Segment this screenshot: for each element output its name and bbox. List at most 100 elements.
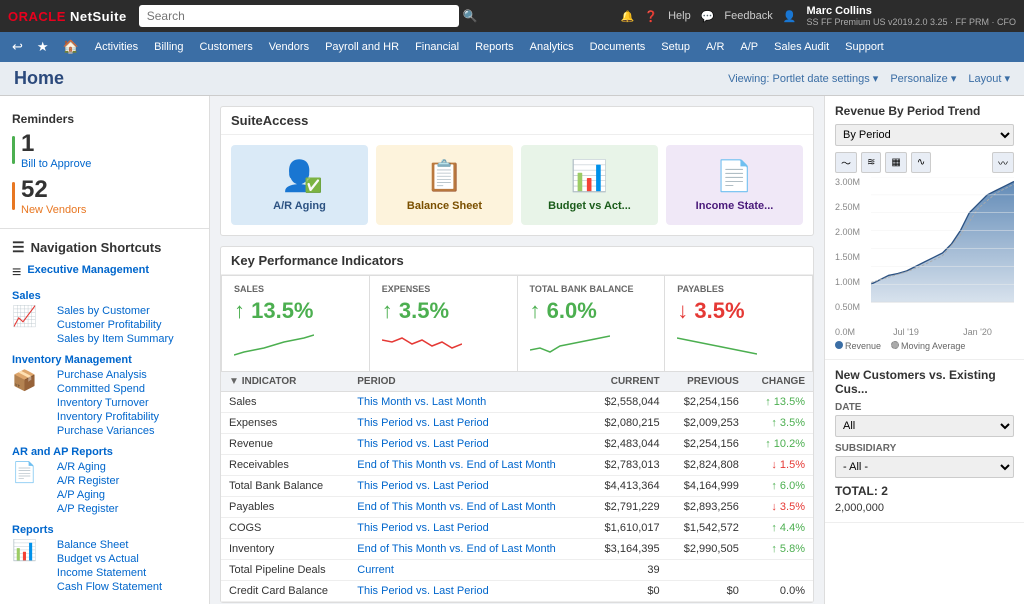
layout-btn[interactable]: Layout ▾ — [968, 72, 1010, 85]
arap-link-3[interactable]: A/P Register — [43, 502, 119, 516]
star-icon[interactable]: ★ — [31, 35, 55, 59]
nav-item-setup[interactable]: Setup — [653, 41, 698, 53]
inv-icon: 📦 — [12, 368, 37, 393]
nav-shortcuts-header: ☰ Navigation Shortcuts — [0, 235, 209, 260]
kpi-cell-period[interactable]: This Month vs. Last Month — [349, 392, 588, 413]
home-icon[interactable]: 🏠 — [57, 35, 85, 59]
nav-item-sales-audit[interactable]: Sales Audit — [766, 41, 837, 53]
kpi-cell-period[interactable]: This Period vs. Last Period — [349, 518, 588, 539]
inv-link-2[interactable]: Inventory Turnover — [43, 396, 159, 410]
rep-link-2[interactable]: Income Statement — [43, 566, 162, 580]
nav-item-financial[interactable]: Financial — [407, 41, 467, 53]
suite-card-bv-icon: 📊 — [571, 159, 608, 194]
kpi-cell-indicator: Revenue — [221, 434, 349, 455]
inv-link-1[interactable]: Committed Spend — [43, 382, 159, 396]
exec-mgmt-icon: ≡ — [12, 264, 21, 282]
kpi-cell-period[interactable]: End of This Month vs. End of Last Month — [349, 455, 588, 476]
toggle-icon[interactable]: ▼ — [229, 376, 242, 387]
th-current[interactable]: CURRENT — [588, 372, 667, 392]
sales-link-0[interactable]: Sales by Customer — [43, 304, 174, 318]
chart-bar-btn[interactable]: ▦ — [885, 152, 906, 173]
suite-card-is[interactable]: 📄 Income State... — [666, 145, 803, 225]
inv-title[interactable]: Inventory Management — [12, 354, 197, 366]
nav-item-analytics[interactable]: Analytics — [522, 41, 582, 53]
kpi-cell-previous — [668, 560, 747, 581]
back-icon[interactable]: ↩ — [6, 35, 29, 59]
search-input[interactable] — [139, 5, 459, 27]
kpi-cell-period[interactable]: This Period vs. Last Period — [349, 581, 588, 602]
kpi-cell-period[interactable]: End of This Month vs. End of Last Month — [349, 539, 588, 560]
sales-link-1[interactable]: Customer Profitability — [43, 318, 174, 332]
suite-card-bv[interactable]: 📊 Budget vs Act... — [521, 145, 658, 225]
date-select[interactable]: All — [835, 415, 1014, 437]
kpi-row: Credit Card Balance This Period vs. Last… — [221, 581, 813, 602]
nav-item-activities[interactable]: Activities — [87, 41, 146, 53]
chart-line-btn[interactable]: 〜 — [835, 152, 857, 173]
viewing-portlet-btn[interactable]: Viewing: Portlet date settings ▾ — [728, 72, 878, 85]
inv-link-4[interactable]: Purchase Variances — [43, 424, 159, 438]
kpi-cell-current: $3,164,395 — [588, 539, 667, 560]
arap-icon: 📄 — [12, 460, 37, 485]
arap-link-1[interactable]: A/R Register — [43, 474, 119, 488]
sales-links: Sales by Customer Customer Profitability… — [43, 304, 174, 346]
kpi-expenses-value: ↑ 3.5% — [382, 298, 505, 324]
page-actions: Viewing: Portlet date settings ▾ Persona… — [728, 72, 1010, 85]
kpi-cell-period[interactable]: Current — [349, 560, 588, 581]
reports-title[interactable]: Reports — [12, 524, 197, 536]
revenue-chart: 3.00M2.50M2.00M1.50M1.00M0.50M0.0M — [835, 177, 1014, 337]
chart-right-btn[interactable]: 〰 — [992, 152, 1014, 173]
arap-link-0[interactable]: A/R Aging — [43, 460, 119, 474]
suite-card-ar[interactable]: 👤✅ A/R Aging — [231, 145, 368, 225]
kpi-cell-period[interactable]: This Period vs. Last Period — [349, 434, 588, 455]
arap-link-2[interactable]: A/P Aging — [43, 488, 119, 502]
inv-link-3[interactable]: Inventory Profitability — [43, 410, 159, 424]
arap-title[interactable]: AR and AP Reports — [12, 446, 197, 458]
rep-link-3[interactable]: Cash Flow Statement — [43, 580, 162, 594]
th-previous[interactable]: PREVIOUS — [668, 372, 747, 392]
exec-mgmt-item[interactable]: ≡ Executive Management — [0, 260, 209, 286]
nav-item-payroll-and-hr[interactable]: Payroll and HR — [317, 41, 407, 53]
chat-icon[interactable]: 💬 — [701, 10, 715, 23]
personalize-btn[interactable]: Personalize ▾ — [890, 72, 956, 85]
rep-link-1[interactable]: Budget vs Actual — [43, 552, 162, 566]
kpi-cell-period[interactable]: This Period vs. Last Period — [349, 413, 588, 434]
exec-mgmt-label[interactable]: Executive Management — [27, 264, 149, 276]
th-change[interactable]: CHANGE — [747, 372, 813, 392]
notifications-icon[interactable]: 🔔 — [621, 10, 635, 23]
nav-item-customers[interactable]: Customers — [192, 41, 261, 53]
nav-item-vendors[interactable]: Vendors — [261, 41, 317, 53]
kpi-row: Receivables End of This Month vs. End of… — [221, 455, 813, 476]
reminders-label2[interactable]: New Vendors — [21, 204, 86, 216]
nav-item-reports[interactable]: Reports — [467, 41, 522, 53]
sales-link-2[interactable]: Sales by Item Summary — [43, 332, 174, 346]
nav-item-documents[interactable]: Documents — [582, 41, 654, 53]
inv-link-0[interactable]: Purchase Analysis — [43, 368, 159, 382]
help-label[interactable]: Help — [668, 10, 691, 22]
nav-item-support[interactable]: Support — [837, 41, 892, 53]
kpi-row: COGS This Period vs. Last Period $1,610,… — [221, 518, 813, 539]
help-icon[interactable]: ❓ — [644, 10, 658, 23]
period-dropdown[interactable]: By Period — [835, 124, 1014, 146]
kpi-cell-previous: $0 — [668, 581, 747, 602]
nav-item-a/p[interactable]: A/P — [732, 41, 766, 53]
suite-card-bs-icon: 📋 — [426, 159, 463, 194]
kpi-cell-previous: $2,990,505 — [668, 539, 747, 560]
nav-item-a/r[interactable]: A/R — [698, 41, 732, 53]
subsidiary-select[interactable]: - All - — [835, 456, 1014, 478]
sales-title[interactable]: Sales — [12, 290, 197, 302]
chart-combo-btn[interactable]: ∿ — [911, 152, 931, 173]
nav-item-billing[interactable]: Billing — [146, 41, 191, 53]
suite-card-bs[interactable]: 📋 Balance Sheet — [376, 145, 513, 225]
th-period[interactable]: PERIOD — [349, 372, 588, 392]
customers-total: TOTAL: 2 — [835, 484, 1014, 498]
kpi-cell-previous: $2,893,256 — [668, 497, 747, 518]
th-indicator[interactable]: ▼ INDICATOR — [221, 372, 349, 392]
feedback-label[interactable]: Feedback — [724, 10, 772, 22]
main-layout: Reminders 1 Bill to Approve 52 New Vendo… — [0, 96, 1024, 604]
rep-link-0[interactable]: Balance Sheet — [43, 538, 162, 552]
kpi-cell-period[interactable]: End of This Month vs. End of Last Month — [349, 497, 588, 518]
kpi-cell-period[interactable]: This Period vs. Last Period — [349, 476, 588, 497]
reminders-label1[interactable]: Bill to Approve — [21, 158, 91, 170]
search-icon[interactable]: 🔍 — [463, 9, 478, 23]
chart-area-btn[interactable]: ≋ — [861, 152, 881, 173]
